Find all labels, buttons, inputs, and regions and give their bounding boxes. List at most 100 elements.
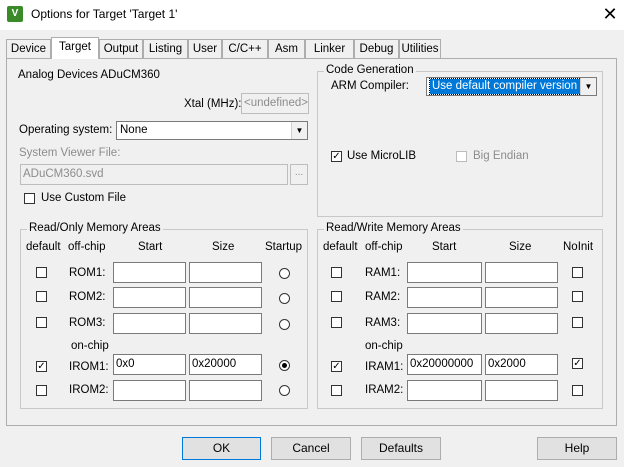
uvision-icon: V [7, 6, 23, 22]
ram2-noinit-checkbox[interactable] [572, 291, 583, 302]
rom2-startup-radio[interactable] [279, 293, 290, 304]
os-label: Operating system: [19, 124, 113, 136]
rom3-startup-radio[interactable] [279, 319, 290, 330]
chevron-down-icon: ▼ [291, 122, 307, 139]
tab-user[interactable]: User [188, 39, 222, 58]
irom2-default-checkbox[interactable] [36, 385, 47, 396]
tab-utilities[interactable]: Utilities [399, 39, 441, 58]
os-value: None [120, 124, 148, 136]
irom2-size-input[interactable] [189, 380, 262, 401]
ro-header-startup: Startup [265, 241, 303, 253]
close-icon[interactable]: ✕ [600, 4, 620, 24]
ram3-default-checkbox[interactable] [331, 317, 342, 328]
device-name: Analog Devices ADuCM360 [18, 69, 160, 81]
tab-listing[interactable]: Listing [143, 39, 188, 58]
compiler-label: ARM Compiler: [331, 80, 409, 92]
microlib-label: Use MicroLIB [347, 150, 417, 162]
iram2-start-input[interactable] [407, 380, 482, 401]
custom-file-checkbox[interactable] [24, 193, 35, 204]
tab-linker[interactable]: Linker [305, 39, 354, 58]
ram2-start-input[interactable] [407, 287, 482, 308]
custom-file-label: Use Custom File [41, 192, 126, 204]
iram1-start-input[interactable]: 0x20000000 [407, 354, 482, 375]
tab-cpp[interactable]: C/C++ [222, 39, 268, 58]
ro-onchip-label: on-chip [71, 340, 109, 352]
title-bar: V Options for Target 'Target 1' ✕ [0, 0, 624, 30]
rom2-start-input[interactable] [113, 287, 186, 308]
defaults-button[interactable]: Defaults [361, 437, 441, 460]
microlib-checkbox[interactable]: ✓ [331, 151, 342, 162]
iram2-default-checkbox[interactable] [331, 385, 342, 396]
ro-header-start: Start [138, 241, 163, 253]
xtal-input[interactable]: <undefined> [241, 93, 309, 114]
ram1-start-input[interactable] [407, 262, 482, 283]
iram2-label: IRAM2: [365, 384, 404, 396]
irom1-size-input[interactable]: 0x20000 [189, 354, 262, 375]
rom3-label: ROM3: [69, 317, 106, 329]
iram2-size-input[interactable] [485, 380, 558, 401]
rom1-default-checkbox[interactable] [36, 267, 47, 278]
ram2-default-checkbox[interactable] [331, 291, 342, 302]
ram1-noinit-checkbox[interactable] [572, 267, 583, 278]
ram2-label: RAM2: [365, 291, 401, 303]
irom2-startup-radio[interactable] [279, 385, 290, 396]
ram3-noinit-checkbox[interactable] [572, 317, 583, 328]
cancel-button[interactable]: Cancel [271, 437, 351, 460]
xtal-label: Xtal (MHz): [184, 98, 242, 110]
ro-header-offchip: off-chip [68, 241, 106, 253]
iram1-label: IRAM1: [365, 361, 404, 373]
ram1-label: RAM1: [365, 267, 401, 279]
compiler-select[interactable]: Use default compiler version 5 ▼ [426, 77, 597, 96]
rw-header-noinit: NoInit [563, 241, 594, 253]
ram3-label: RAM3: [365, 317, 401, 329]
rw-header-offchip: off-chip [365, 241, 403, 253]
bigendian-label: Big Endian [473, 150, 529, 162]
rom1-startup-radio[interactable] [279, 268, 290, 279]
tab-debug[interactable]: Debug [354, 39, 399, 58]
ram3-size-input[interactable] [485, 313, 558, 334]
ram2-size-input[interactable] [485, 287, 558, 308]
help-button[interactable]: Help [537, 437, 617, 460]
irom1-startup-radio[interactable] [279, 360, 290, 371]
tab-target[interactable]: Target [51, 37, 99, 59]
tab-device[interactable]: Device [6, 39, 51, 58]
iram2-noinit-checkbox[interactable] [572, 385, 583, 396]
rw-header-default: default [323, 241, 358, 253]
ram3-start-input[interactable] [407, 313, 482, 334]
rom1-label: ROM1: [69, 267, 106, 279]
ok-button[interactable]: OK [182, 437, 261, 460]
tab-asm[interactable]: Asm [268, 39, 305, 58]
bigendian-checkbox[interactable] [456, 151, 467, 162]
window-title: Options for Target 'Target 1' [31, 7, 178, 21]
rw-onchip-label: on-chip [365, 340, 403, 352]
rw-header-start: Start [432, 241, 457, 253]
rom3-default-checkbox[interactable] [36, 317, 47, 328]
rom2-default-checkbox[interactable] [36, 291, 47, 302]
irom2-label: IROM2: [69, 384, 109, 396]
svf-label: System Viewer File: [19, 147, 121, 159]
rom3-size-input[interactable] [189, 313, 262, 334]
rom2-size-input[interactable] [189, 287, 262, 308]
rom2-label: ROM2: [69, 291, 106, 303]
chevron-down-icon: ▼ [580, 78, 596, 95]
ram1-size-input[interactable] [485, 262, 558, 283]
svf-input[interactable]: ADuCM360.svd [20, 164, 288, 185]
iram1-size-input[interactable]: 0x2000 [485, 354, 558, 375]
rom1-size-input[interactable] [189, 262, 262, 283]
irom2-start-input[interactable] [113, 380, 186, 401]
code-generation-title: Code Generation [324, 64, 416, 76]
browse-button[interactable]: ... [290, 164, 308, 185]
os-select[interactable]: None ▼ [116, 121, 308, 140]
iram1-default-checkbox[interactable]: ✓ [331, 361, 342, 372]
irom1-default-checkbox[interactable]: ✓ [36, 361, 47, 372]
rom3-start-input[interactable] [113, 313, 186, 334]
rom1-start-input[interactable] [113, 262, 186, 283]
iram1-noinit-checkbox[interactable]: ✓ [572, 358, 583, 369]
ram1-default-checkbox[interactable] [331, 267, 342, 278]
irom1-start-input[interactable]: 0x0 [113, 354, 186, 375]
ro-header-size: Size [212, 241, 235, 253]
rw-header-size: Size [509, 241, 532, 253]
tab-output[interactable]: Output [99, 39, 143, 58]
rw-memory-title: Read/Write Memory Areas [324, 222, 463, 234]
compiler-value: Use default compiler version 5 [429, 78, 590, 95]
